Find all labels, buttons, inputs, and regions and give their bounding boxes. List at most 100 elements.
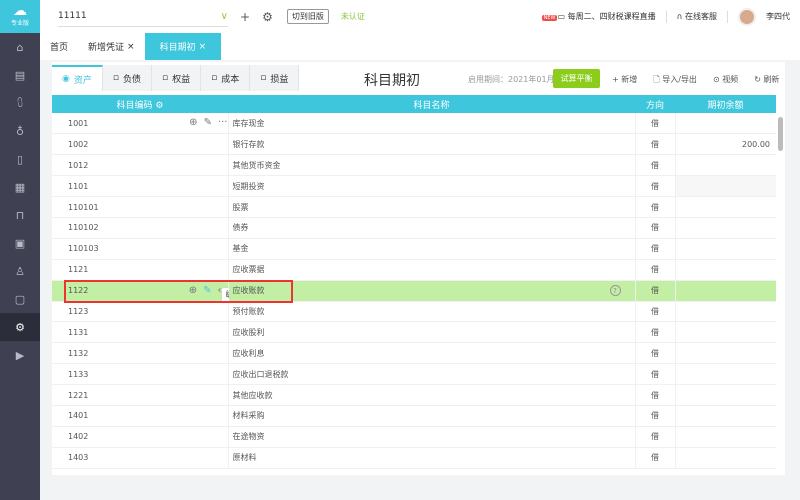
stamp-icon: ♙	[15, 264, 25, 278]
code-cell: 1401	[52, 405, 228, 427]
subtab-3[interactable]: ▫ 成本	[201, 65, 251, 91]
sidebar-item-1[interactable]: ▤	[0, 61, 40, 89]
add-sub-icon[interactable]: ⊕	[189, 117, 197, 129]
code-cell: 1132	[52, 342, 228, 365]
table-row[interactable]: 1133 应收出口退税款 借	[52, 363, 776, 386]
balance-input[interactable]	[675, 238, 776, 260]
sidebar-item-5[interactable]: ▦	[0, 173, 40, 201]
auth-status[interactable]: 未认证	[341, 11, 365, 22]
table-row[interactable]: 1132 应收利息 借	[52, 342, 776, 365]
table-row[interactable]: 1401 材料采购 借	[52, 405, 776, 427]
edit-icon[interactable]: ✎	[204, 117, 212, 129]
video-button[interactable]: ⊙ 视频	[713, 74, 738, 88]
edit-icon[interactable]: ✎	[203, 285, 211, 297]
table-row[interactable]: 1221 其他应收款 借	[52, 384, 776, 406]
sidebar-item-10[interactable]: ⚙	[0, 313, 40, 341]
balance-input[interactable]	[675, 447, 776, 469]
add-sub-icon[interactable]: ⊕	[189, 285, 197, 297]
name-cell: 银行存款	[227, 133, 635, 156]
gear-icon[interactable]: ⚙	[155, 101, 163, 111]
table-row[interactable]: 1403 原材料 借	[52, 447, 776, 469]
tab-home[interactable]: 首页	[40, 33, 78, 60]
document-icon: ▯	[16, 152, 24, 166]
screen-icon: ▣	[14, 236, 26, 250]
table-row[interactable]: 1131 应收股利 借	[52, 321, 776, 344]
name-cell: 应收出口退税款	[227, 363, 635, 386]
balance-input[interactable]	[675, 280, 776, 302]
table-row[interactable]: 1121 应收票据 借	[52, 259, 776, 281]
table-row[interactable]: 1402 在途物资 借	[52, 426, 776, 448]
sidebar-item-9[interactable]: ▢	[0, 285, 40, 313]
balance-input[interactable]	[675, 175, 776, 198]
enable-period: 启用期间：2021年01月	[468, 75, 555, 84]
sidebar-item-3[interactable]: ♁	[0, 117, 40, 145]
user-name[interactable]: 李四代	[766, 11, 790, 22]
balance-input[interactable]	[675, 301, 776, 323]
direction-cell: 借	[634, 384, 676, 406]
scrollbar[interactable]	[778, 117, 783, 151]
sidebar-item-4[interactable]: ▯	[0, 145, 40, 173]
settings-icon: ⚙	[15, 320, 25, 334]
trial-balance-button[interactable]: 试算平衡	[553, 69, 600, 88]
balance-input[interactable]	[675, 342, 776, 365]
balance-input[interactable]	[675, 321, 776, 344]
table-row[interactable]: 110103 基金 借	[52, 238, 776, 260]
balance-input[interactable]	[675, 384, 776, 406]
direction-cell: 借	[634, 217, 676, 239]
balance-input[interactable]	[675, 363, 776, 386]
table-row[interactable]: 1012 其他货币资金 借	[52, 154, 776, 177]
sidebar-item-8[interactable]: ♙	[0, 257, 40, 285]
balance-input[interactable]	[675, 196, 776, 218]
direction-cell: 借	[634, 238, 676, 260]
table-row[interactable]: 1101 短期投资 借	[52, 175, 776, 198]
table-row[interactable]: 1122⊕✎‹编辑科目 应收账款? 借	[52, 280, 776, 302]
sidebar-item-7[interactable]: ▣	[0, 229, 40, 257]
code-cell: 1133	[52, 363, 228, 386]
balance-input[interactable]: 200.00	[675, 133, 776, 156]
table-row[interactable]: 1002 银行存款 借 200.00	[52, 133, 776, 156]
avatar[interactable]	[738, 7, 756, 26]
balance-input[interactable]	[675, 154, 776, 177]
support-link[interactable]: ∩ 在线客服	[677, 11, 717, 22]
direction-cell: 借	[634, 363, 676, 386]
switch-old-version-button[interactable]: 切到旧版	[286, 9, 329, 24]
balance-input[interactable]	[675, 405, 776, 427]
code-cell: 1403	[52, 447, 228, 469]
subtab-0[interactable]: ◉ 资产	[52, 65, 103, 91]
code-cell: 1131	[52, 321, 228, 344]
table-row[interactable]: 1001 ⊕ ✎ ··· 库存现金 借	[52, 113, 776, 135]
more-icon[interactable]: ···	[218, 117, 228, 129]
tab-new-voucher[interactable]: 新增凭证 ×	[78, 33, 145, 60]
account-select[interactable]: 11111 ∨	[58, 7, 228, 27]
subtab-4[interactable]: ▫ 损益	[250, 65, 300, 91]
balance-input[interactable]	[675, 217, 776, 239]
refresh-button[interactable]: ↻ 刷新	[754, 74, 779, 88]
plus-icon[interactable]: +	[240, 10, 250, 24]
subtab-1[interactable]: ▫ 负债	[103, 65, 152, 91]
add-button[interactable]: + 新增	[612, 74, 637, 88]
code-cell: 1012	[52, 154, 228, 177]
table-row[interactable]: 110102 债券 借	[52, 217, 776, 239]
sidebar-item-11[interactable]: ▶	[0, 341, 40, 369]
sidebar-item-2[interactable]: ⩇	[0, 89, 40, 117]
live-course-link[interactable]: NEW ▭ 每周二、四财税课程直播	[541, 11, 656, 22]
balance-input[interactable]	[675, 426, 776, 448]
subtab-2[interactable]: ▫ 权益	[152, 65, 202, 91]
help-icon[interactable]: ?	[609, 284, 621, 296]
topbar: 11111 ∨ + ⚙ 切到旧版 未认证 NEW ▭ 每周二、四财税课程直播 ∩ 在…	[40, 0, 800, 33]
close-icon[interactable]: ×	[127, 42, 135, 52]
voucher-icon: ▤	[14, 68, 26, 82]
import-export-button[interactable]: 🗋 导入/导出	[653, 74, 697, 88]
direction-cell: 借	[634, 154, 676, 177]
sidebar-item-0[interactable]: ⌂	[0, 33, 40, 61]
balance-input[interactable]	[675, 259, 776, 281]
logo[interactable]: ☁ 专业版	[0, 0, 40, 33]
table-row[interactable]: 110101 股票 借	[52, 196, 776, 218]
gear-icon[interactable]: ⚙	[262, 10, 273, 24]
table-row[interactable]: 1123 预付账款 借	[52, 301, 776, 323]
tab-opening-balance[interactable]: 科目期初 ×	[144, 33, 222, 60]
close-icon[interactable]: ×	[199, 42, 207, 52]
sidebar-item-6[interactable]: ⊓	[0, 201, 40, 229]
direction-cell: 借	[634, 259, 676, 281]
balance-input[interactable]	[675, 113, 776, 135]
